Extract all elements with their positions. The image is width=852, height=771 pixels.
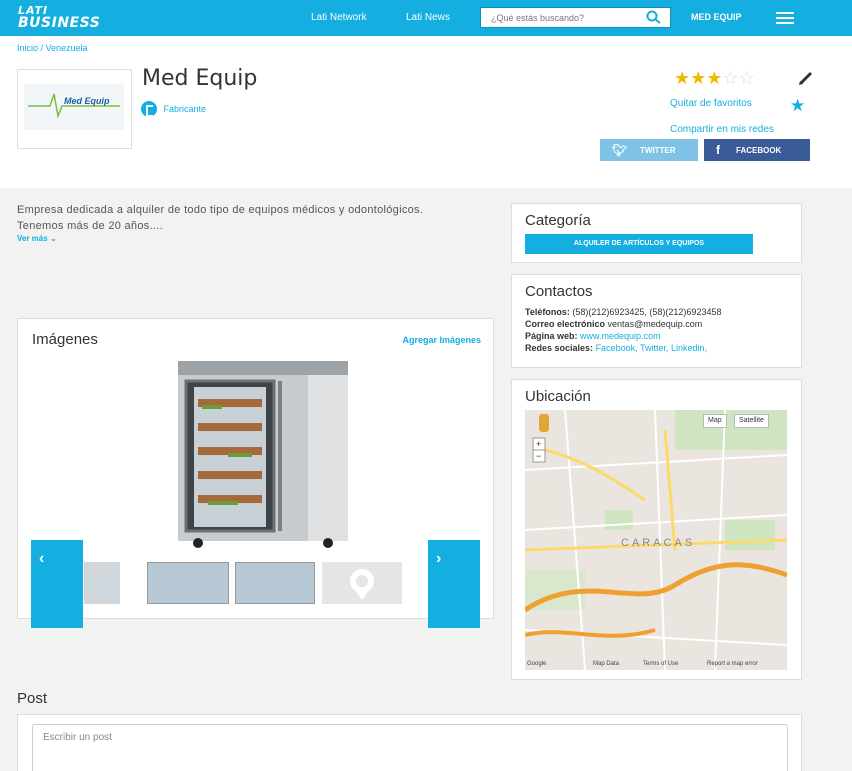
star-icon[interactable]: ★ xyxy=(690,68,706,88)
report-map-error-link[interactable]: Report a map error xyxy=(707,661,758,667)
company-profile-header: Inicio / Venezuela Med Equip Med Equip F… xyxy=(0,36,852,188)
location-pin-icon xyxy=(350,569,374,600)
map-data-link[interactable]: Map Data xyxy=(593,661,619,667)
location-title: Ubicación xyxy=(525,388,591,405)
refrigerator-product-image[interactable] xyxy=(158,359,353,549)
nav-lati-network[interactable]: Lati Network xyxy=(311,12,367,23)
star-empty-icon[interactable]: ☆ xyxy=(722,68,738,88)
post-title: Post xyxy=(17,690,48,707)
location-map[interactable]: + − CARACAS Map Satellite Google Map Dat… xyxy=(525,410,787,670)
med-equip-logo-mark-icon: Med Equip xyxy=(28,93,120,119)
satellite-view-button[interactable]: Satellite xyxy=(734,414,769,428)
svg-text:−: − xyxy=(536,451,541,461)
location-card: Ubicación + − CARACAS Map Satellite Goog… xyxy=(511,379,802,680)
company-role-label: Fabricante xyxy=(163,104,207,114)
category-badge[interactable]: ALQUILER DE ARTÍCULOS Y EQUIPOS xyxy=(525,234,753,254)
svg-text:+: + xyxy=(536,439,541,449)
search-box xyxy=(480,7,671,28)
contact-social: Redes sociales: Facebook, Twitter, Linke… xyxy=(525,343,707,353)
nav-lati-news[interactable]: Lati News xyxy=(406,12,450,23)
social-label: Redes sociales: xyxy=(525,343,594,353)
contact-web: Página web: www.medequip.com xyxy=(525,331,661,341)
latibusiness-logo[interactable]: LATI BUSINESS xyxy=(18,5,101,31)
social-twitter-link[interactable]: Twitter, xyxy=(640,343,669,353)
star-empty-icon[interactable]: ☆ xyxy=(739,68,755,88)
terms-of-use-link[interactable]: Terms of Use xyxy=(643,661,678,667)
email-value[interactable]: ventas@medequip.com xyxy=(608,319,703,329)
contact-email: Correo electrónico ventas@medequip.com xyxy=(525,319,702,329)
company-name: Med Equip xyxy=(142,66,258,91)
phones-label: Teléfonos: xyxy=(525,307,570,317)
social-facebook-link[interactable]: Facebook, xyxy=(596,343,638,353)
category-title: Categoría xyxy=(525,212,591,229)
email-label: Correo electrónico xyxy=(525,319,606,329)
facebook-f-icon: f xyxy=(716,143,720,157)
facebook-button-label: FACEBOOK xyxy=(736,146,782,155)
user-menu-link[interactable]: MED EQUIP xyxy=(691,12,742,22)
post-textarea[interactable] xyxy=(32,724,788,771)
phones-value: (58)(212)6923425, (58)(212)6923458 xyxy=(572,307,722,317)
company-role: Fabricante xyxy=(141,101,206,117)
chevron-down-icon: ⌄ xyxy=(49,234,57,243)
map-city-label: CARACAS xyxy=(621,537,696,549)
star-icon[interactable]: ★ xyxy=(706,68,722,88)
facebook-share-button[interactable]: f FACEBOOK xyxy=(704,139,810,161)
favorite-star-icon[interactable]: ★ xyxy=(790,96,805,116)
thumbnail-placeholder[interactable] xyxy=(322,562,402,604)
company-logo: Med Equip xyxy=(17,69,132,149)
carousel-prev-button[interactable]: ‹ xyxy=(31,540,83,628)
pencil-edit-icon[interactable] xyxy=(798,70,814,86)
map-footer: Google Map Data Terms of Use Report a ma… xyxy=(525,660,787,670)
search-icon[interactable] xyxy=(646,10,662,24)
thumbnail-image[interactable] xyxy=(84,562,120,604)
thumbnail-image[interactable] xyxy=(147,562,229,604)
images-panel: Imágenes Agregar Imágenes ‹ › xyxy=(17,318,494,628)
see-more-link[interactable]: Ver más ⌄ xyxy=(17,234,57,243)
remove-favorite-link[interactable]: Quitar de favoritos xyxy=(670,98,752,109)
web-link[interactable]: www.medequip.com xyxy=(580,331,661,341)
chevron-right-icon: › xyxy=(436,550,442,567)
breadcrumb[interactable]: Inicio / Venezuela xyxy=(17,43,88,53)
logo-line2: BUSINESS xyxy=(18,15,101,31)
images-title: Imágenes xyxy=(32,331,98,348)
company-description: Empresa dedicada a alquiler de todo tipo… xyxy=(17,204,424,232)
map-view-button[interactable]: Map xyxy=(703,414,727,428)
star-icon[interactable]: ★ xyxy=(674,68,690,88)
chevron-left-icon: ‹ xyxy=(39,550,45,567)
social-linkedin-link[interactable]: Linkedin, xyxy=(671,343,707,353)
search-input[interactable] xyxy=(481,8,641,27)
thumbnail-image[interactable] xyxy=(235,562,315,604)
see-more-label: Ver más xyxy=(17,234,48,243)
add-images-link[interactable]: Agregar Imágenes xyxy=(402,335,481,345)
rating-stars[interactable]: ★★★☆☆ xyxy=(674,68,755,88)
contact-phones: Teléfonos: (58)(212)6923425, (58)(212)69… xyxy=(525,307,721,317)
twitter-bird-icon: 🐦︎ xyxy=(612,143,628,157)
category-card: Categoría ALQUILER DE ARTÍCULOS Y EQUIPO… xyxy=(511,203,802,263)
carousel-next-button[interactable]: › xyxy=(428,540,480,628)
post-panel xyxy=(17,714,802,771)
twitter-button-label: TWITTER xyxy=(640,146,676,155)
contacts-card: Contactos Teléfonos: (58)(212)6923425, (… xyxy=(511,274,802,368)
svg-text:Med Equip: Med Equip xyxy=(64,96,110,106)
twitter-share-button[interactable]: 🐦︎ TWITTER xyxy=(600,139,698,161)
share-label: Compartir en mis redes xyxy=(670,124,774,135)
contacts-title: Contactos xyxy=(525,283,593,300)
manufacturer-icon xyxy=(141,101,157,117)
google-attribution: Google xyxy=(527,661,547,667)
top-navigation-bar: LATI BUSINESS Lati Network Lati News MED… xyxy=(0,0,852,36)
hamburger-menu-icon[interactable] xyxy=(776,12,794,24)
web-label: Página web: xyxy=(525,331,578,341)
